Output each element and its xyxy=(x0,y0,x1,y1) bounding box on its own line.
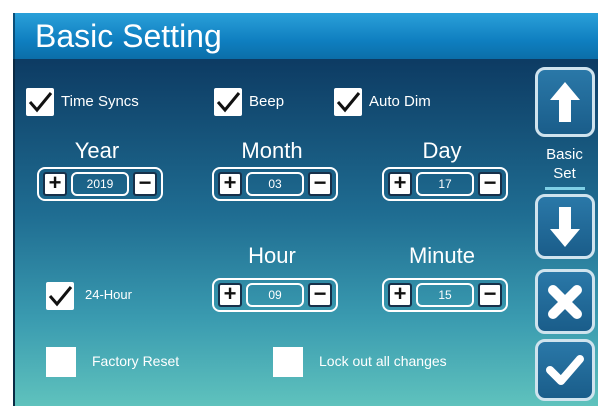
hour-plus-button[interactable]: + xyxy=(218,283,242,307)
24-hour-label: 24-Hour xyxy=(85,287,132,302)
month-minus-button[interactable]: − xyxy=(308,172,332,196)
day-value[interactable]: 17 xyxy=(416,172,474,196)
divider xyxy=(545,187,585,190)
factory-reset-label: Factory Reset xyxy=(92,353,180,369)
set-label: Set xyxy=(553,165,576,182)
time-syncs-label: Time Syncs xyxy=(61,93,139,110)
up-arrow-icon xyxy=(550,82,580,122)
year-plus-button[interactable]: + xyxy=(43,172,67,196)
day-label: Day xyxy=(422,138,462,163)
up-button[interactable] xyxy=(535,67,595,137)
page-title: Basic Setting xyxy=(13,13,598,59)
month-label: Month xyxy=(241,138,303,163)
basic-set-label: Basic Set xyxy=(531,145,598,183)
checkmark-icon xyxy=(28,92,53,113)
cancel-button[interactable] xyxy=(535,269,595,334)
basic-label: Basic xyxy=(546,146,583,163)
settings-panel: Time Syncs Beep Auto Dim Year Month Day … xyxy=(13,59,531,406)
24-hour-checkbox[interactable] xyxy=(46,282,74,310)
down-button[interactable] xyxy=(535,194,595,259)
year-value[interactable]: 2019 xyxy=(71,172,129,196)
minute-value[interactable]: 15 xyxy=(416,283,474,307)
year-label: Year xyxy=(74,138,120,163)
checkmark-icon xyxy=(216,92,241,113)
auto-dim-checkbox[interactable] xyxy=(334,88,362,116)
hour-label: Hour xyxy=(248,243,296,268)
minute-minus-button[interactable]: − xyxy=(478,283,502,307)
checkmark-icon xyxy=(48,286,73,307)
page-title-text: Basic Setting xyxy=(35,18,222,54)
month-value[interactable]: 03 xyxy=(246,172,304,196)
factory-reset-checkbox[interactable] xyxy=(46,347,76,377)
checkmark-icon xyxy=(546,355,584,385)
hour-minus-button[interactable]: − xyxy=(308,283,332,307)
month-stepper: + 03 − xyxy=(212,167,338,201)
beep-checkbox[interactable] xyxy=(214,88,242,116)
minute-label: Minute xyxy=(408,243,476,268)
hour-value[interactable]: 09 xyxy=(246,283,304,307)
day-minus-button[interactable]: − xyxy=(478,172,502,196)
close-icon xyxy=(548,284,582,319)
minute-plus-button[interactable]: + xyxy=(388,283,412,307)
lock-out-label: Lock out all changes xyxy=(319,353,447,369)
time-syncs-checkbox[interactable] xyxy=(26,88,54,116)
day-stepper: + 17 − xyxy=(382,167,508,201)
year-minus-button[interactable]: − xyxy=(133,172,157,196)
minute-stepper: + 15 − xyxy=(382,278,508,312)
down-arrow-icon xyxy=(550,206,580,247)
day-plus-button[interactable]: + xyxy=(388,172,412,196)
checkmark-icon xyxy=(336,92,361,113)
side-panel: Basic Set xyxy=(531,59,598,406)
hour-stepper: + 09 − xyxy=(212,278,338,312)
month-plus-button[interactable]: + xyxy=(218,172,242,196)
lock-out-checkbox[interactable] xyxy=(273,347,303,377)
year-stepper: + 2019 − xyxy=(37,167,163,201)
beep-label: Beep xyxy=(249,93,285,110)
auto-dim-label: Auto Dim xyxy=(369,93,431,110)
confirm-button[interactable] xyxy=(535,339,595,401)
